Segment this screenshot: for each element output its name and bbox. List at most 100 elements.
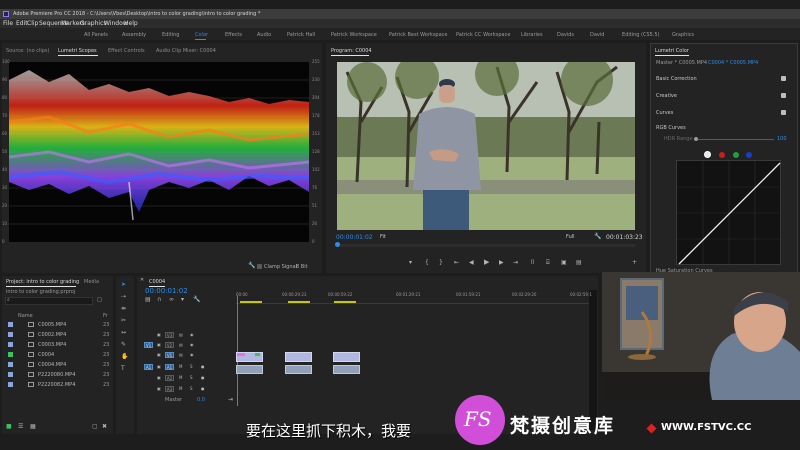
workspace-tab-patrick-cc-workspace[interactable]: Patrick CC Workspace: [456, 32, 510, 38]
snap-icon[interactable]: ∩: [157, 297, 161, 303]
basic-correction-checkbox[interactable]: [781, 76, 786, 81]
linked-selection-icon[interactable]: ∞: [169, 297, 174, 303]
column-header-name[interactable]: Name: [18, 314, 33, 319]
icon-view-icon[interactable]: ▦: [30, 424, 36, 430]
curve-channel-blue[interactable]: [746, 152, 752, 158]
column-header-frame-rate[interactable]: Fr: [103, 314, 108, 319]
track-lock-icon[interactable]: ▣: [157, 387, 161, 391]
track-target-v2[interactable]: V2: [165, 342, 174, 348]
play-icon[interactable]: ▶: [484, 259, 489, 266]
audio-clip-3[interactable]: [333, 365, 360, 374]
menu-item-edit[interactable]: Edit: [16, 20, 28, 27]
razor-tool-icon[interactable]: ✂: [121, 318, 126, 324]
list-item-name[interactable]: P2220080.MP4: [38, 373, 75, 378]
workspace-tab-audio[interactable]: Audio: [257, 32, 271, 38]
menu-item-file[interactable]: File: [3, 20, 13, 27]
tab-lumetri-scopes[interactable]: Lumetri Scopes: [58, 48, 97, 54]
step-forward-icon[interactable]: ▶: [499, 260, 504, 266]
eye-icon[interactable]: ◉: [190, 353, 194, 357]
voice-over-icon[interactable]: ●: [201, 376, 205, 380]
new-bin-icon[interactable]: □: [97, 298, 102, 303]
source-patch-v1[interactable]: V1: [144, 342, 153, 348]
track-target-a3[interactable]: A3: [165, 386, 174, 392]
track-lock-icon[interactable]: ▣: [157, 353, 161, 357]
pen-tool-icon[interactable]: ✎: [121, 342, 126, 348]
hdr-range-value[interactable]: 100: [777, 137, 787, 142]
wrench-icon[interactable]: 🔧: [248, 263, 255, 269]
audio-clip-1[interactable]: [236, 365, 263, 374]
slip-tool-icon[interactable]: ↔: [121, 330, 126, 336]
go-to-end-icon[interactable]: ⇥: [228, 397, 233, 403]
track-select-tool-icon[interactable]: ⇢: [121, 294, 126, 300]
mute-icon[interactable]: M: [179, 365, 182, 369]
master-track-value[interactable]: 0.0: [197, 398, 205, 403]
eye-icon[interactable]: ◉: [190, 343, 194, 347]
sync-lock-icon[interactable]: ▤: [179, 333, 183, 337]
menu-item-clip[interactable]: Clip: [27, 20, 38, 27]
new-item-icon[interactable]: ▢: [92, 424, 98, 430]
trash-icon[interactable]: ✖: [102, 424, 107, 430]
comparison-view-icon[interactable]: ▤: [576, 260, 582, 266]
list-item-name[interactable]: C0003.MP4: [38, 343, 66, 348]
wrench-icon[interactable]: 🔧: [594, 234, 601, 240]
list-item-label-color[interactable]: [8, 372, 13, 377]
go-to-out-icon[interactable]: ⇥: [513, 260, 518, 266]
work-area-bar-mid[interactable]: [288, 301, 310, 303]
tab-media[interactable]: Media: [84, 279, 99, 285]
selection-tool-icon[interactable]: ➤: [121, 282, 126, 288]
creative-checkbox[interactable]: [781, 93, 786, 98]
lumetri-master-clip[interactable]: Master * C0005.MP4: [656, 61, 707, 66]
list-item-name[interactable]: P2220082.MP4: [38, 383, 75, 388]
menu-item-graphics[interactable]: Graphics: [80, 20, 107, 27]
lift-icon[interactable]: ⌷: [531, 260, 535, 266]
tab-effect-controls[interactable]: Effect Controls: [108, 48, 145, 54]
workspace-tab-editing-cs5-5-[interactable]: Editing (CS5.5): [622, 32, 660, 38]
list-item-label-color[interactable]: [8, 342, 13, 347]
audio-clip-2[interactable]: [285, 365, 312, 374]
hand-tool-icon[interactable]: ✋: [121, 354, 128, 360]
workspace-tab-patrick-workspace[interactable]: Patrick Workspace: [331, 32, 377, 38]
source-patch-a1[interactable]: A1: [144, 364, 153, 370]
sync-lock-icon[interactable]: ▤: [179, 343, 183, 347]
curve-channel-white[interactable]: [704, 151, 711, 158]
hdr-range-slider[interactable]: [694, 139, 774, 140]
list-item-name[interactable]: C0002.MP4: [38, 333, 66, 338]
close-tab-icon[interactable]: ✕: [140, 278, 144, 283]
solo-icon[interactable]: S: [190, 376, 193, 380]
work-area-bar-right[interactable]: [334, 301, 356, 303]
fit-select[interactable]: Fit: [380, 235, 386, 240]
list-item-name[interactable]: C0004: [38, 353, 54, 358]
tab-program[interactable]: Program: C0004: [331, 48, 372, 54]
program-timecode-current[interactable]: 00:00:01:02: [336, 235, 373, 241]
video-clip-3[interactable]: [333, 352, 360, 362]
voice-over-icon[interactable]: ●: [201, 365, 205, 369]
sync-lock-icon[interactable]: ▤: [179, 353, 183, 357]
menu-item-help[interactable]: Help: [124, 20, 138, 27]
mark-out-icon[interactable]: }: [439, 260, 443, 266]
tab-source[interactable]: Source: (no clips): [6, 48, 49, 54]
ripple-edit-tool-icon[interactable]: ⇹: [121, 306, 126, 312]
curves-checkbox[interactable]: [781, 110, 786, 115]
work-area-bar-left[interactable]: [240, 301, 262, 303]
track-target-a1[interactable]: A1: [165, 364, 174, 370]
search-icon[interactable]: ⌕: [7, 298, 10, 303]
workspace-tab-all-panels[interactable]: All Panels: [84, 32, 108, 38]
clamp-signal-checkbox[interactable]: [257, 264, 262, 269]
extract-icon[interactable]: ⌸: [546, 260, 550, 266]
project-search-input[interactable]: [5, 297, 93, 305]
tab-audio-clip-mixer[interactable]: Audio Clip Mixer: C0004: [156, 48, 216, 54]
solo-icon[interactable]: S: [190, 387, 193, 391]
curve-channel-red[interactable]: [719, 152, 725, 158]
track-lock-icon[interactable]: ▣: [157, 343, 161, 347]
program-scrub-bar[interactable]: [337, 244, 635, 247]
workspace-tab-graphics[interactable]: Graphics: [672, 32, 694, 38]
rgb-curve-graph[interactable]: [676, 160, 782, 266]
resolution-select[interactable]: Full: [566, 235, 575, 240]
tab-timeline-sequence[interactable]: C0004: [149, 279, 165, 285]
section-basic-correction[interactable]: Basic Correction: [656, 77, 697, 82]
rgb-curves-label[interactable]: RGB Curves: [656, 126, 686, 131]
timeline-timecode[interactable]: 00:00:01:02: [145, 288, 188, 295]
tab-project[interactable]: Project: intro to color grading: [6, 279, 79, 285]
list-item-label-color[interactable]: [8, 382, 13, 387]
playhead-marker-icon[interactable]: [335, 242, 340, 247]
